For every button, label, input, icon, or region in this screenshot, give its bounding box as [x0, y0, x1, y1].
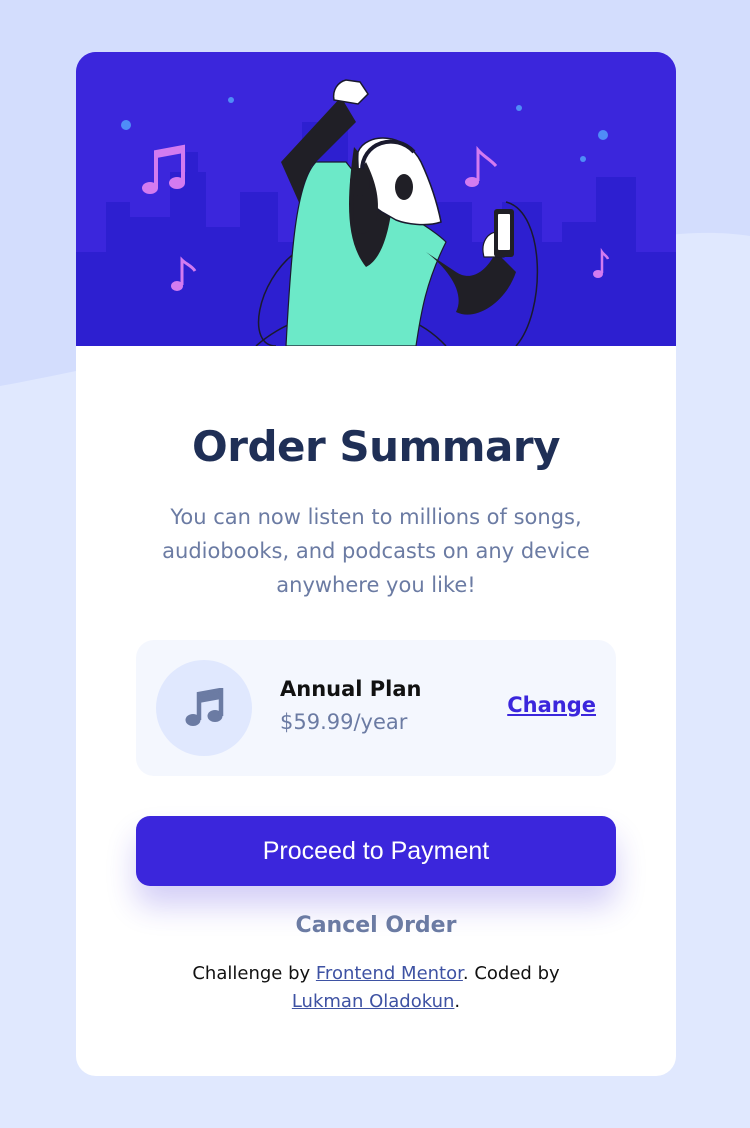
- plan-price: $59.99/year: [280, 710, 408, 734]
- order-summary-card: Order Summary You can now listen to mill…: [76, 52, 676, 1076]
- music-note-icon: [156, 660, 252, 756]
- plan-name: Annual Plan: [280, 677, 422, 701]
- attribution: Challenge by Frontend Mentor. Coded by L…: [126, 960, 626, 1016]
- cancel-order-button[interactable]: Cancel Order: [226, 907, 526, 943]
- proceed-to-payment-button[interactable]: Proceed to Payment: [136, 816, 616, 886]
- frontend-mentor-link[interactable]: Frontend Mentor: [316, 963, 463, 984]
- attribution-middle: . Coded by: [462, 963, 560, 984]
- author-link[interactable]: Lukman Oladokun: [292, 991, 455, 1012]
- attribution-prefix: Challenge by: [192, 963, 311, 984]
- page-title: Order Summary: [192, 422, 560, 471]
- summary-description: You can now listen to millions of songs,…: [162, 505, 590, 597]
- change-plan-link[interactable]: Change: [507, 693, 596, 717]
- attribution-suffix: .: [454, 991, 461, 1012]
- hero-illustration: [76, 52, 676, 346]
- plan-box: Annual Plan $59.99/year Change: [136, 640, 616, 776]
